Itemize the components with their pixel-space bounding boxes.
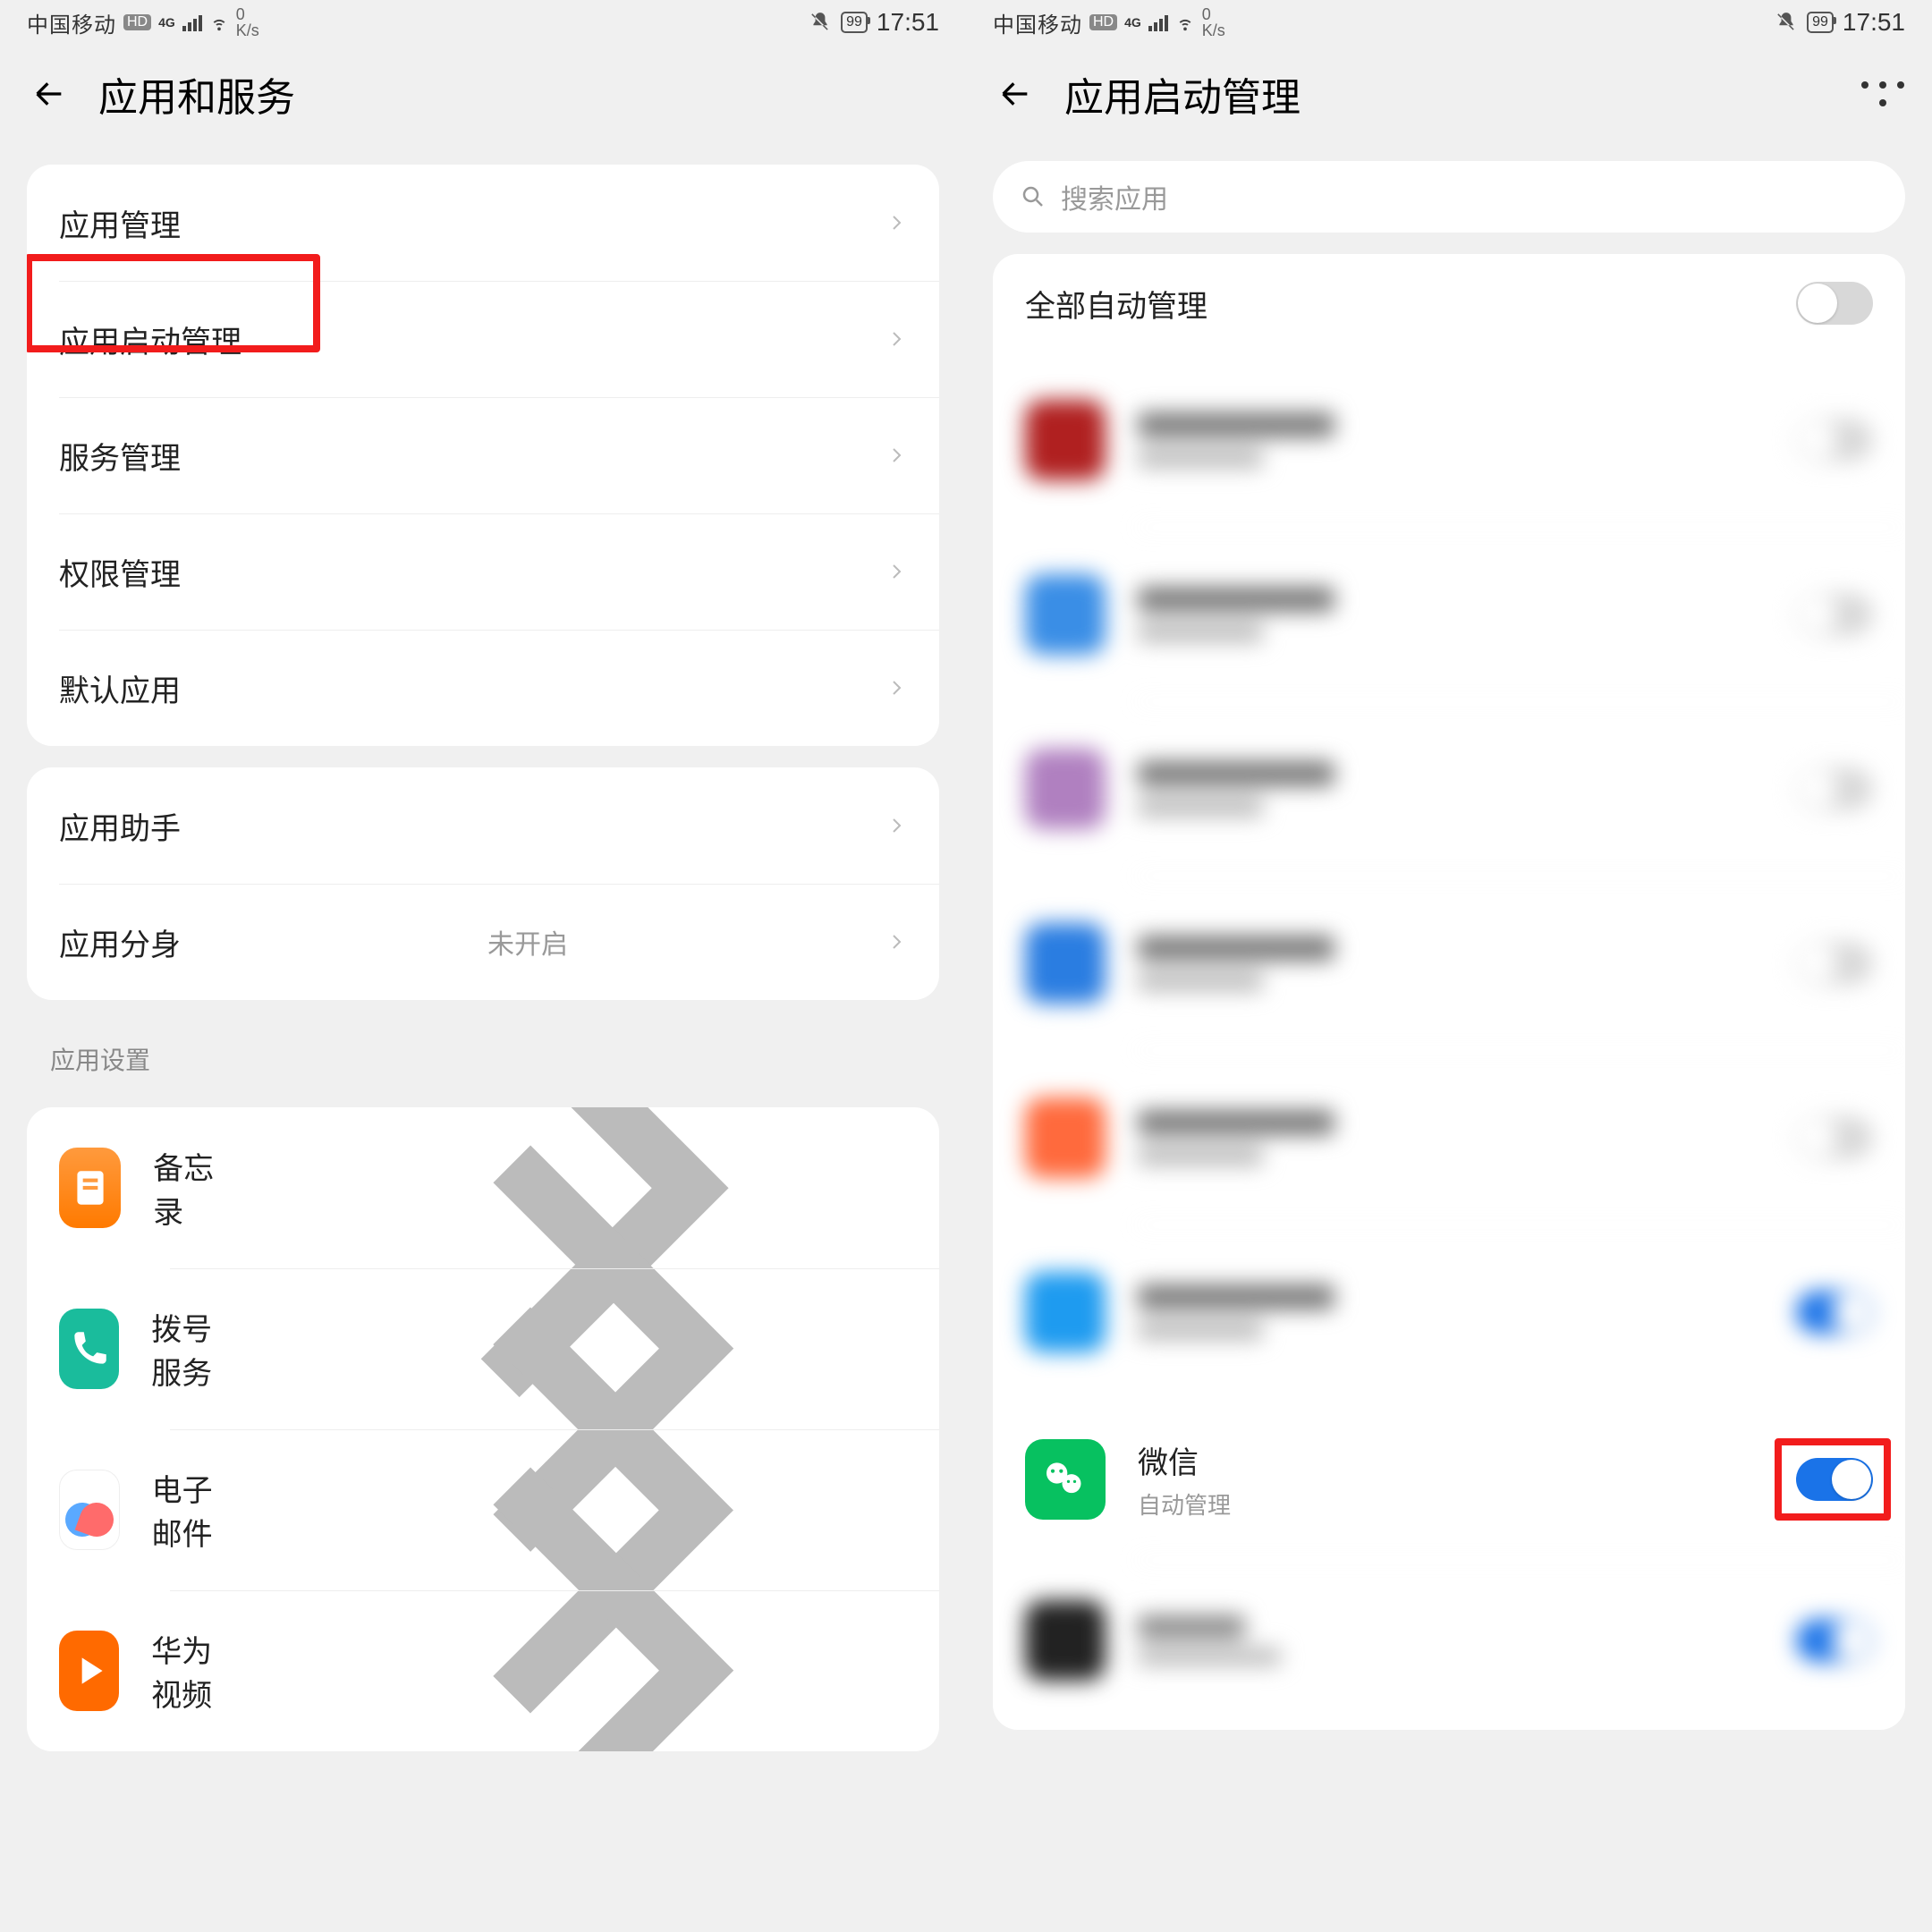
chevron-right-icon bbox=[886, 445, 907, 466]
mail-icon bbox=[59, 1470, 120, 1550]
phone-icon bbox=[59, 1309, 119, 1389]
row-label: 应用管理 bbox=[59, 201, 181, 245]
app-row-blurred[interactable] bbox=[993, 352, 1905, 527]
row-app-assistant[interactable]: 应用助手 bbox=[27, 767, 939, 884]
toggle-app[interactable] bbox=[1796, 593, 1873, 636]
row-label: 应用助手 bbox=[59, 804, 181, 848]
wifi-icon bbox=[1175, 13, 1195, 32]
net-label: 4G bbox=[158, 15, 175, 30]
search-placeholder: 搜索应用 bbox=[1061, 177, 1168, 216]
phone-right: 中国移动 HD 4G 0K/s 99 17:51 应用启动管理 搜索应用 全部自… bbox=[966, 0, 1932, 1932]
hd-badge: HD bbox=[1089, 14, 1117, 30]
page-header: 应用启动管理 bbox=[966, 45, 1932, 143]
chevron-right-icon bbox=[886, 328, 907, 350]
battery-icon: 99 bbox=[841, 12, 868, 32]
page-title: 应用启动管理 bbox=[1064, 65, 1301, 123]
chevron-right-icon bbox=[886, 931, 907, 953]
netspeed: 0K/s bbox=[236, 6, 259, 38]
app-row-video[interactable]: 华为视频 bbox=[27, 1590, 939, 1751]
clock: 17:51 bbox=[877, 8, 939, 37]
phone-left: 中国移动 HD 4G 0K/s 99 17:51 应用和服务 应用管理 应用启动… bbox=[0, 0, 966, 1932]
more-button[interactable] bbox=[1860, 72, 1905, 116]
app-name: 微信 bbox=[1138, 1438, 1231, 1482]
chevron-right-icon bbox=[886, 212, 907, 233]
section-title: 应用设置 bbox=[0, 1000, 966, 1086]
toggle-app[interactable] bbox=[1796, 1116, 1873, 1159]
back-button[interactable] bbox=[27, 72, 72, 116]
app-name: 华为视频 bbox=[151, 1627, 242, 1715]
row-label: 默认应用 bbox=[59, 666, 181, 710]
signal-icon bbox=[182, 13, 202, 31]
settings-group-2: 应用助手 应用分身 未开启 bbox=[27, 767, 939, 1000]
row-service-mgmt[interactable]: 服务管理 bbox=[27, 397, 939, 513]
toggle-wechat[interactable] bbox=[1796, 1458, 1873, 1501]
app-icon bbox=[1025, 400, 1106, 480]
app-list: 备忘录 拨号服务 电子邮件 华为视频 bbox=[27, 1107, 939, 1751]
row-label: 应用启动管理 bbox=[59, 318, 242, 361]
toggle-app[interactable] bbox=[1796, 1291, 1873, 1334]
app-row-blurred[interactable] bbox=[993, 1560, 1905, 1721]
page-header: 应用和服务 bbox=[0, 45, 966, 143]
row-app-mgmt[interactable]: 应用管理 bbox=[27, 165, 939, 281]
row-permission-mgmt[interactable]: 权限管理 bbox=[27, 513, 939, 630]
status-bar: 中国移动 HD 4G 0K/s 99 17:51 bbox=[966, 0, 1932, 45]
hd-badge: HD bbox=[123, 14, 151, 30]
chevron-right-icon bbox=[886, 815, 907, 836]
status-bar: 中国移动 HD 4G 0K/s 99 17:51 bbox=[0, 0, 966, 45]
toggle-app[interactable] bbox=[1796, 767, 1873, 810]
signal-icon bbox=[1148, 13, 1168, 31]
settings-group-1: 应用管理 应用启动管理 服务管理 权限管理 默认应用 bbox=[27, 165, 939, 746]
launch-list: 全部自动管理 微信 自动管理 bbox=[993, 254, 1905, 1730]
app-subtitle: 自动管理 bbox=[1138, 1487, 1231, 1521]
app-row-blurred[interactable] bbox=[993, 1050, 1905, 1224]
app-icon bbox=[1025, 1600, 1106, 1681]
search-icon bbox=[1020, 183, 1046, 210]
app-row-blurred[interactable] bbox=[993, 527, 1905, 701]
mute-icon bbox=[1775, 11, 1798, 34]
video-icon bbox=[59, 1631, 119, 1711]
app-row-wechat[interactable]: 微信 自动管理 bbox=[993, 1399, 1905, 1560]
toggle-master[interactable] bbox=[1796, 282, 1873, 325]
row-app-launch[interactable]: 应用启动管理 bbox=[27, 281, 939, 397]
app-name: 拨号服务 bbox=[151, 1305, 242, 1393]
chevron-right-icon bbox=[886, 677, 907, 699]
net-label: 4G bbox=[1124, 15, 1141, 30]
wifi-icon bbox=[209, 13, 229, 32]
app-row-blurred[interactable] bbox=[993, 701, 1905, 876]
carrier-label: 中国移动 bbox=[993, 7, 1082, 38]
page-title: 应用和服务 bbox=[98, 65, 295, 123]
app-name: 电子邮件 bbox=[152, 1466, 242, 1554]
row-label: 应用分身 bbox=[59, 920, 181, 964]
row-label: 权限管理 bbox=[59, 550, 181, 594]
row-app-twin[interactable]: 应用分身 未开启 bbox=[27, 884, 939, 1000]
carrier-label: 中国移动 bbox=[27, 7, 116, 38]
row-default-app[interactable]: 默认应用 bbox=[27, 630, 939, 746]
row-master-switch: 全部自动管理 bbox=[993, 254, 1905, 352]
clock: 17:51 bbox=[1843, 8, 1905, 37]
row-label: 全部自动管理 bbox=[1025, 282, 1208, 326]
back-button[interactable] bbox=[993, 72, 1038, 116]
battery-icon: 99 bbox=[1807, 12, 1834, 32]
wechat-icon bbox=[1025, 1439, 1106, 1520]
app-name: 备忘录 bbox=[153, 1144, 223, 1232]
app-icon bbox=[1025, 574, 1106, 655]
app-icon bbox=[1025, 749, 1106, 829]
toggle-app[interactable] bbox=[1796, 1619, 1873, 1662]
netspeed: 0K/s bbox=[1202, 6, 1225, 38]
app-icon bbox=[1025, 923, 1106, 1004]
app-row-blurred[interactable] bbox=[993, 1224, 1905, 1399]
search-input[interactable]: 搜索应用 bbox=[993, 161, 1905, 233]
memo-icon bbox=[59, 1148, 121, 1228]
row-label: 服务管理 bbox=[59, 434, 181, 478]
app-icon bbox=[1025, 1272, 1106, 1352]
toggle-app[interactable] bbox=[1796, 942, 1873, 985]
chevron-right-icon bbox=[886, 561, 907, 582]
app-row-blurred[interactable] bbox=[993, 876, 1905, 1050]
chevron-right-icon bbox=[275, 1354, 907, 1751]
row-value: 未开启 bbox=[487, 922, 568, 962]
app-icon bbox=[1025, 1097, 1106, 1178]
mute-icon bbox=[809, 11, 832, 34]
toggle-app[interactable] bbox=[1796, 419, 1873, 462]
